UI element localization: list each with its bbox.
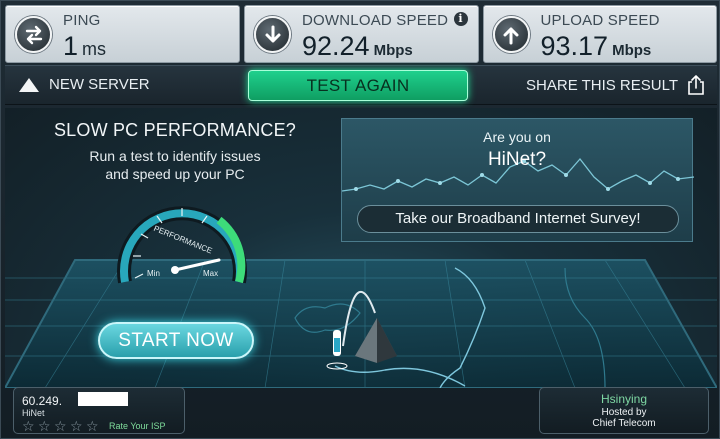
promo-title: SLOW PC PERFORMANCE? <box>53 120 297 140</box>
upload-value: 93.17 Mbps <box>541 31 652 62</box>
test-again-button[interactable]: TEST AGAIN <box>248 70 468 101</box>
pc-promo: SLOW PC PERFORMANCE? Run a test to ident… <box>15 114 335 183</box>
star-icon[interactable]: ☆ <box>86 419 101 433</box>
share-icon <box>687 75 705 95</box>
ping-panel: PING 1 ms <box>5 5 240 63</box>
rate-isp-link[interactable]: Rate Your ISP <box>109 421 166 431</box>
star-icon[interactable]: ☆ <box>38 419 53 433</box>
ping-value: 1 ms <box>63 31 106 62</box>
share-button[interactable]: SHARE THIS RESULT <box>526 75 705 95</box>
speedtest-app: PING 1 ms DOWNLOAD SPEED 92.24 Mbps i UPLO… <box>0 0 720 439</box>
isp-info: 60.249. HiNet ☆ ☆ ☆ ☆ ☆ Rate Your ISP <box>13 387 185 434</box>
ping-unit: ms <box>82 39 107 59</box>
start-now-button[interactable]: START NOW <box>98 322 254 359</box>
survey-panel: Are you on HiNet? Take our Broadband Int… <box>341 118 694 242</box>
survey-isp: HiNet? <box>487 149 547 170</box>
new-server-button[interactable]: NEW SERVER <box>19 76 150 93</box>
gauge-label: PERFORMANCE <box>152 224 213 256</box>
survey-button[interactable]: Take our Broadband Internet Survey! <box>357 205 679 233</box>
star-icon[interactable]: ☆ <box>22 419 37 433</box>
upload-label: UPLOAD SPEED <box>540 12 660 29</box>
performance-gauge: PERFORMANCE Min Max <box>117 206 247 284</box>
promo-line-1: Run a test to identify issues <box>89 148 261 164</box>
action-bar: NEW SERVER TEST AGAIN SHARE THIS RESULT <box>5 65 717 105</box>
ping-label: PING <box>63 12 101 29</box>
triangle-up-icon <box>19 77 39 92</box>
ip-redaction <box>78 392 128 406</box>
survey-question: Are you on <box>483 129 551 145</box>
gauge-min: Min <box>147 269 160 278</box>
download-arrow-icon <box>254 16 291 53</box>
server-info: Hsinying Hosted by Chief Telecom <box>539 387 709 434</box>
share-label: SHARE THIS RESULT <box>526 76 678 94</box>
hosted-label: Hosted by <box>601 407 647 418</box>
host-name: Chief Telecom <box>592 418 656 429</box>
download-unit: Mbps <box>373 42 413 59</box>
upload-number: 93.17 <box>540 31 609 61</box>
ping-arrows-icon <box>15 16 52 53</box>
ping-number: 1 <box>63 31 79 61</box>
download-panel: DOWNLOAD SPEED 92.24 Mbps i <box>244 5 479 63</box>
gauge-max: Max <box>203 269 218 278</box>
star-icon[interactable]: ☆ <box>70 419 85 433</box>
promo-line-2: and speed up your PC <box>105 166 245 182</box>
rating-stars[interactable]: ☆ ☆ ☆ ☆ ☆ <box>22 419 101 433</box>
result-stage: SLOW PC PERFORMANCE? Run a test to ident… <box>5 108 717 388</box>
upload-panel: UPLOAD SPEED 93.17 Mbps <box>482 5 717 63</box>
bottom-bar: 60.249. HiNet ☆ ☆ ☆ ☆ ☆ Rate Your ISP Hsinyi… <box>5 387 717 436</box>
stats-bar: PING 1 ms DOWNLOAD SPEED 92.24 Mbps i UPLO… <box>5 5 717 63</box>
download-number: 92.24 <box>302 31 370 61</box>
info-icon[interactable]: i <box>453 12 468 26</box>
isp-name: HiNet <box>22 408 45 418</box>
star-icon[interactable]: ☆ <box>54 419 69 433</box>
upload-arrow-icon <box>492 16 530 53</box>
upload-unit: Mbps <box>612 42 652 59</box>
download-label: DOWNLOAD SPEED <box>302 12 449 29</box>
server-city: Hsinying <box>600 392 648 406</box>
new-server-label: NEW SERVER <box>49 76 150 93</box>
ip-address: 60.249. <box>22 394 63 408</box>
download-value: 92.24 Mbps <box>302 31 413 62</box>
